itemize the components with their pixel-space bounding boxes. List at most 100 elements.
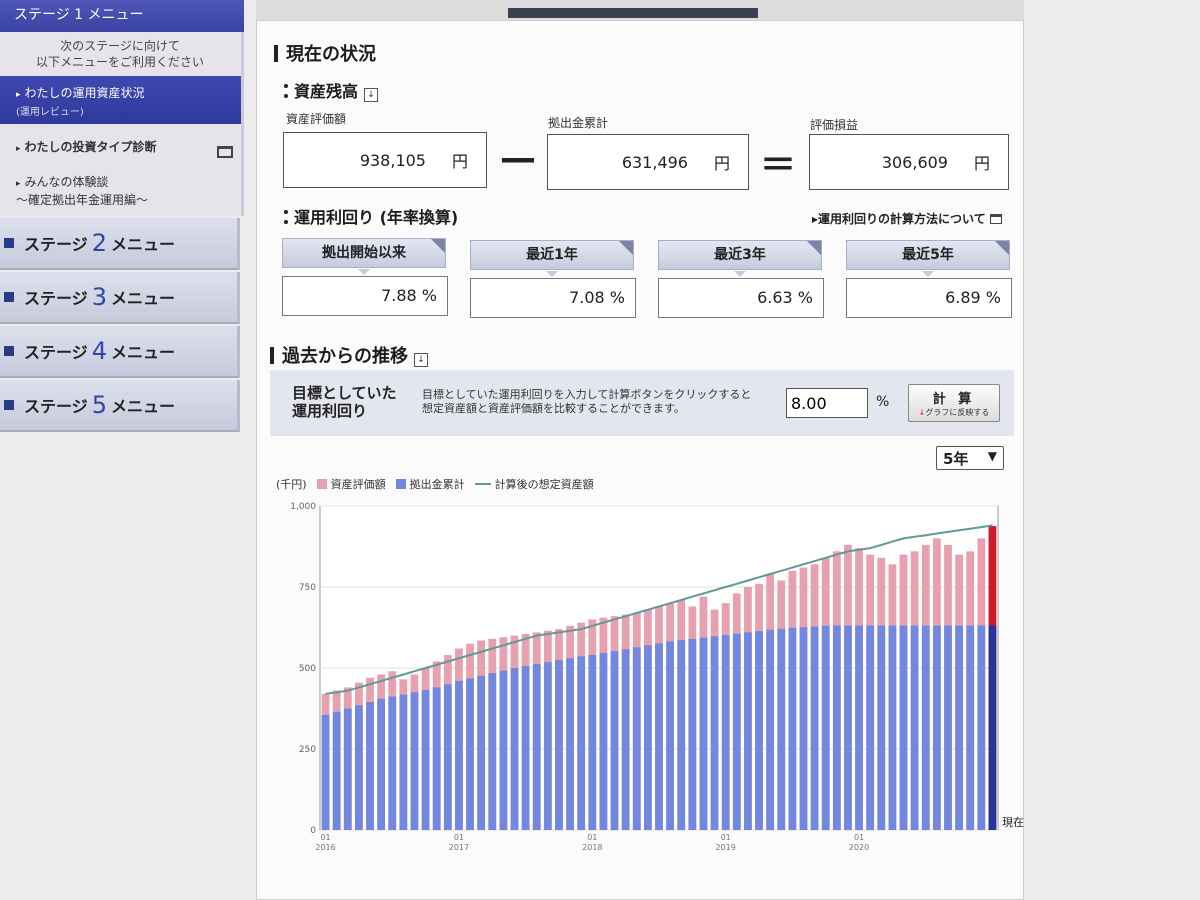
info-download-icon[interactable]: ↓ xyxy=(364,88,379,102)
contribution-bar xyxy=(666,641,675,830)
yield-calc-method-link[interactable]: ▸運用利回りの計算方法について xyxy=(812,210,1002,227)
contribution-bar xyxy=(488,673,497,830)
x-tick-month: 01 xyxy=(587,833,597,842)
target-yield-panel: 目標としていた 運用利回り 目標としていた運用利回りを入力して計算ボタンをクリッ… xyxy=(270,370,1014,436)
stage1-menu-header[interactable]: ステージ 1 メニュー xyxy=(0,0,244,32)
stage-3-menu-button[interactable]: ステージ 3 メニュー xyxy=(0,272,240,324)
contribution-bar xyxy=(577,656,586,830)
contribution-bar xyxy=(832,625,841,830)
y-tick-label: 750 xyxy=(299,583,316,593)
period-label: 最近3年 xyxy=(714,247,766,263)
history-title: 過去からの推移 xyxy=(282,346,408,367)
contribution-bar xyxy=(810,626,819,830)
contribution-bar xyxy=(499,670,508,830)
stage-4-menu-button[interactable]: ステージ 4 メニュー xyxy=(0,326,240,378)
contribution-bar xyxy=(599,653,608,830)
contribution-bar xyxy=(844,625,852,830)
contribution-bar xyxy=(799,627,808,830)
yen-unit: 円 xyxy=(973,154,990,173)
period-label: 最近5年 xyxy=(902,247,954,263)
gain-label: 評価損益 xyxy=(810,118,859,132)
period-select[interactable]: 5年 ▼ xyxy=(936,446,1004,470)
contribution-bar xyxy=(532,664,541,830)
contribution-bar xyxy=(721,634,730,830)
arrow-right-icon: ▸ xyxy=(16,179,21,189)
sidebar-note-line2: 以下メニューをご利用ください xyxy=(35,55,204,69)
contribution-bar xyxy=(543,662,552,830)
sidebar-note: 次のステージに向けて 以下メニューをご利用ください xyxy=(0,38,240,70)
heading-bar xyxy=(270,347,274,364)
sidebar-item-investment-type[interactable]: ▸ わたしの投資タイプ診断 xyxy=(0,130,241,162)
chevron-down-icon: ▼ xyxy=(987,449,997,463)
contribution-bar xyxy=(744,632,752,830)
stage-5-menu-button[interactable]: ステージ 5 メニュー xyxy=(0,380,240,432)
percent-unit: % xyxy=(876,394,890,410)
contribution-bar xyxy=(477,675,486,830)
contribution-bar xyxy=(355,705,363,830)
square-bullet-icon xyxy=(4,238,14,248)
sidebar-item-label: わたしの運用資産状況 xyxy=(24,86,145,100)
stage-prefix: ステージ xyxy=(24,343,88,362)
contribution-bar xyxy=(366,702,374,830)
desc-line1: 目標としていた運用利回りを入力して計算ボタンをクリックすると xyxy=(422,388,752,401)
contribution-bar xyxy=(343,708,352,830)
legend-swatch-contribution xyxy=(395,479,406,489)
sidebar-note-line1: 次のステージに向けて xyxy=(60,39,180,53)
info-download-icon[interactable]: ↓ xyxy=(414,353,428,367)
asset-value: 938,105 xyxy=(359,150,426,170)
contribution-bar xyxy=(510,668,519,830)
contribution-bar xyxy=(421,690,430,830)
contribution-bar xyxy=(432,687,441,830)
contribution-bar xyxy=(388,696,397,830)
period-select-value: 5年 xyxy=(943,450,969,468)
stage-suffix: メニュー xyxy=(110,397,175,416)
contribution-bar xyxy=(699,637,708,830)
contribution-bar xyxy=(988,625,997,830)
stage-2-menu-button[interactable]: ステージ 2 メニュー xyxy=(0,218,240,270)
legend-swatch-asset xyxy=(316,479,327,489)
calculate-button[interactable]: 計 算 ↓グラフに反映する xyxy=(908,384,1000,422)
contribution-bar xyxy=(755,631,763,830)
contribution-bar xyxy=(610,651,619,830)
chart-legend: (千円) 資産評価額 拠出金累計 計算後の想定資産額 xyxy=(276,476,594,492)
asset-history-chart: 02505007501,0000120160120170120180120190… xyxy=(290,502,1024,852)
desc-line2: 想定資産額と資産評価額を比較することができます。 xyxy=(422,402,685,415)
x-tick-month: 01 xyxy=(854,833,864,842)
calculate-button-label: 計 算 xyxy=(932,392,976,407)
calc-sub-text: グラフに反映する xyxy=(925,408,990,417)
contribution-bar xyxy=(555,660,563,830)
contribution-bar xyxy=(910,625,919,830)
stage-prefix: ステージ xyxy=(24,235,88,254)
contribution-label: 拠出金累計 xyxy=(548,116,609,130)
square-bullet-icon xyxy=(4,400,14,410)
contribution-bar xyxy=(977,625,986,830)
y-tick-label: 1,000 xyxy=(290,502,316,512)
stage-number: 3 xyxy=(91,283,107,311)
target-yield-input[interactable] xyxy=(786,388,868,418)
contribution-bar xyxy=(966,625,975,830)
yen-unit: 円 xyxy=(713,154,730,173)
asset-value-label: 資産評価額 xyxy=(286,112,347,126)
target-title-line1: 目標としていた xyxy=(292,384,397,402)
contribution-bar xyxy=(944,625,952,830)
sidebar-item-label: わたしの投資タイプ診断 xyxy=(24,140,157,154)
asset-value-box: 938,105 円 xyxy=(283,132,487,188)
corner-fold xyxy=(995,241,1009,255)
contribution-bar xyxy=(466,678,474,830)
x-tick-year: 2018 xyxy=(582,843,602,852)
rate-1y: 7.08 % xyxy=(470,278,636,318)
selected-tab-indicator[interactable] xyxy=(508,8,758,18)
contribution-bar xyxy=(921,625,930,830)
period-tab-since-start: 拠出開始以来 xyxy=(282,238,446,275)
target-yield-description: 目標としていた運用利回りを入力して計算ボタンをクリックすると 想定資産額と資産評… xyxy=(422,388,751,416)
top-tab-strip xyxy=(256,0,1024,20)
contribution-bar xyxy=(643,645,652,830)
sidebar-item-asset-status[interactable]: ▸ わたしの運用資産状況 (運用レビュー) xyxy=(0,76,241,124)
square-bullet-icon xyxy=(4,292,14,302)
sidebar-item-label: みんなの体験談 xyxy=(24,175,109,189)
sidebar-item-experiences[interactable]: ▸ みんなの体験談 ～確定拠出年金運用編～ xyxy=(0,166,241,212)
x-tick-year: 2020 xyxy=(849,843,869,852)
rate-since-start: 7.88 % xyxy=(282,276,448,316)
contribution-bar xyxy=(766,629,775,830)
stage-number: 4 xyxy=(91,337,107,365)
